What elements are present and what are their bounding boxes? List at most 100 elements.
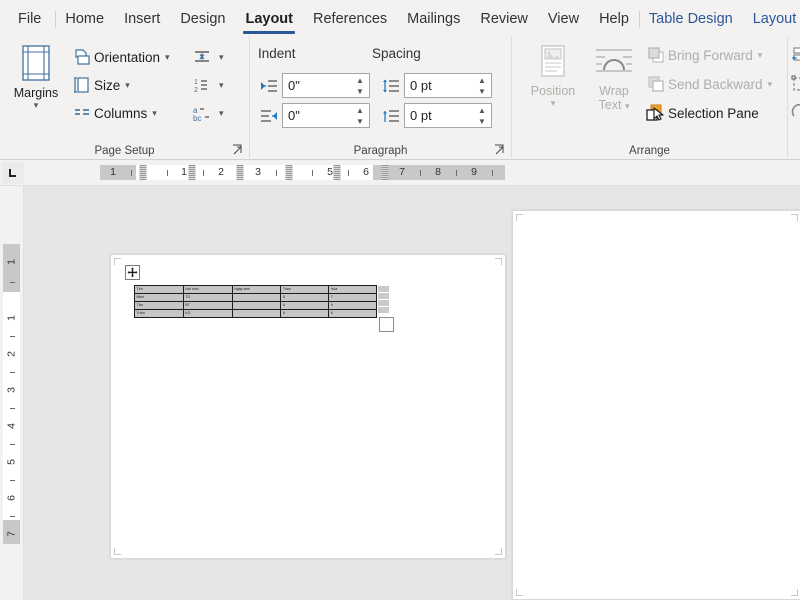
table-cell[interactable]: Tân [135,302,184,310]
size-chevron-down-icon[interactable]: ▾ [125,80,130,91]
table-cell[interactable]: Minh [135,294,184,302]
table-move-handle[interactable] [125,265,140,280]
orientation-chevron-down-icon[interactable]: ▾ [165,52,170,63]
tab-insert[interactable]: Insert [114,2,170,36]
indent-right-input[interactable]: 0" ▲▼ [282,103,370,128]
table-cell[interactable]: BT [183,302,232,310]
tab-help[interactable]: Help [589,2,639,36]
table-header-row[interactable]: Tên Nơi sinh Ngày sinh Toán Hóa [135,286,377,294]
table-cell[interactable]: Trâm [135,310,184,318]
table-cell[interactable]: 6 [329,310,377,318]
columns-chevron-down-icon[interactable]: ▾ [152,108,157,119]
table-header-cell[interactable]: Tên [135,286,184,294]
horizontal-ruler[interactable]: 1 1 2 3 5 6 7 8 9 [0,160,800,186]
group-objects-button[interactable] [788,71,800,97]
send-backward-chevron-down-icon[interactable]: ▾ [768,79,773,90]
tab-home-label: Home [65,11,104,27]
indent-right-spinner[interactable]: ▲▼ [354,105,366,127]
document-page-1[interactable]: Tên Nơi sinh Ngày sinh Toán Hóa Minh TG … [110,254,506,559]
table-row[interactable]: Minh TG 8 7 [135,294,377,302]
end-of-row-mark[interactable] [378,293,389,299]
margins-chevron-down-icon[interactable]: ▾ [8,100,64,111]
tab-references[interactable]: References [303,2,397,36]
indent-right-control[interactable]: 0" ▲▼ [256,103,370,128]
spacing-before-spinner[interactable]: ▲▼ [476,75,488,97]
position-chevron-down-icon[interactable]: ▾ [522,98,584,109]
hyphenation-chevron-down-icon[interactable]: ▾ [219,108,224,119]
table-column-marker[interactable] [382,165,389,180]
table-column-marker[interactable] [189,165,196,180]
wrap-text-button[interactable]: Wrap Text ▾ [588,44,640,112]
table-header-cell[interactable]: Hóa [329,286,377,294]
indent-left-spinner[interactable]: ▲▼ [354,75,366,97]
tab-table-layout[interactable]: Layout [743,2,800,36]
align-objects-button[interactable] [788,42,800,68]
table-cell[interactable]: TG [183,294,232,302]
table-column-marker[interactable] [237,165,244,180]
tab-stop-selector-button[interactable] [2,162,24,184]
table-cell[interactable] [232,302,281,310]
document-table[interactable]: Tên Nơi sinh Ngày sinh Toán Hóa Minh TG … [134,285,377,318]
orientation-button[interactable]: Orientation ▾ [70,44,170,70]
tab-layout[interactable]: Layout [235,2,303,36]
table-column-marker[interactable] [140,165,147,180]
end-of-row-mark[interactable] [378,286,389,292]
end-of-row-mark[interactable] [378,300,389,306]
document-table-wrapper[interactable]: Tên Nơi sinh Ngày sinh Toán Hóa Minh TG … [125,265,425,335]
table-column-marker[interactable] [334,165,341,180]
table-row[interactable]: Trâm KG 8 6 [135,310,377,318]
tab-table-design[interactable]: Table Design [639,2,743,36]
spacing-after-control[interactable]: 0 pt ▲▼ [378,103,492,128]
tab-file[interactable]: File [0,2,55,36]
table-cell[interactable]: 8 [281,310,329,318]
tab-mailings[interactable]: Mailings [397,2,470,36]
size-button[interactable]: Size ▾ [70,72,130,98]
margins-button[interactable]: Margins ▾ [8,44,64,111]
table-resize-handle[interactable] [379,317,394,332]
position-button[interactable]: Position ▾ [522,44,584,109]
vertical-ruler[interactable]: 1 1 2 3 4 5 6 7 [0,186,24,600]
table-header-cell[interactable]: Toán [281,286,329,294]
send-backward-button[interactable]: Send Backward ▾ [644,71,772,97]
indent-left-input[interactable]: 0" ▲▼ [282,73,370,98]
spacing-after-spinner[interactable]: ▲▼ [476,105,488,127]
table-cell[interactable] [232,310,281,318]
end-of-row-mark[interactable] [378,307,389,313]
table-column-marker[interactable] [286,165,293,180]
breaks-chevron-down-icon[interactable]: ▾ [219,52,224,63]
table-cell[interactable]: 9 [329,302,377,310]
spacing-before-input[interactable]: 0 pt ▲▼ [404,73,492,98]
tab-view[interactable]: View [538,2,589,36]
spacing-before-control[interactable]: 0 pt ▲▼ [378,73,492,98]
page-setup-dialog-launcher[interactable] [232,143,244,155]
table-cell[interactable] [232,294,281,302]
bring-forward-chevron-down-icon[interactable]: ▾ [758,50,763,61]
paragraph-dialog-launcher[interactable] [494,143,506,155]
selection-pane-button[interactable]: Selection Pane [644,100,759,126]
tab-design[interactable]: Design [170,2,235,36]
table-cell[interactable]: KG [183,310,232,318]
document-canvas[interactable]: Tên Nơi sinh Ngày sinh Toán Hóa Minh TG … [24,186,800,600]
document-page-2[interactable] [512,210,800,600]
vertical-ruler-track[interactable]: 1 1 2 3 4 5 6 7 [3,244,20,544]
tab-home[interactable]: Home [55,2,114,36]
line-numbers-chevron-down-icon[interactable]: ▾ [219,80,224,91]
table-header-cell[interactable]: Ngày sinh [232,286,281,294]
bring-forward-button[interactable]: Bring Forward ▾ [644,42,762,68]
ruler-tick [131,170,132,176]
columns-button[interactable]: Columns ▾ [70,100,157,126]
line-numbers-button[interactable]: 1 2 ▾ [190,72,224,98]
rotate-objects-button[interactable] [788,100,800,126]
wrap-text-chevron-down-icon[interactable]: ▾ [625,101,630,111]
indent-left-control[interactable]: 0" ▲▼ [256,73,370,98]
table-cell[interactable]: 6 [281,302,329,310]
table-cell[interactable]: 7 [329,294,377,302]
spacing-after-input[interactable]: 0 pt ▲▼ [404,103,492,128]
table-header-cell[interactable]: Nơi sinh [183,286,232,294]
horizontal-ruler-track[interactable]: 1 1 2 3 5 6 7 8 9 [100,165,505,180]
table-row[interactable]: Tân BT 6 9 [135,302,377,310]
breaks-button[interactable]: ▾ [190,44,224,70]
tab-review[interactable]: Review [470,2,538,36]
table-cell[interactable]: 8 [281,294,329,302]
hyphenation-button[interactable]: a bc ▾ [190,100,224,126]
